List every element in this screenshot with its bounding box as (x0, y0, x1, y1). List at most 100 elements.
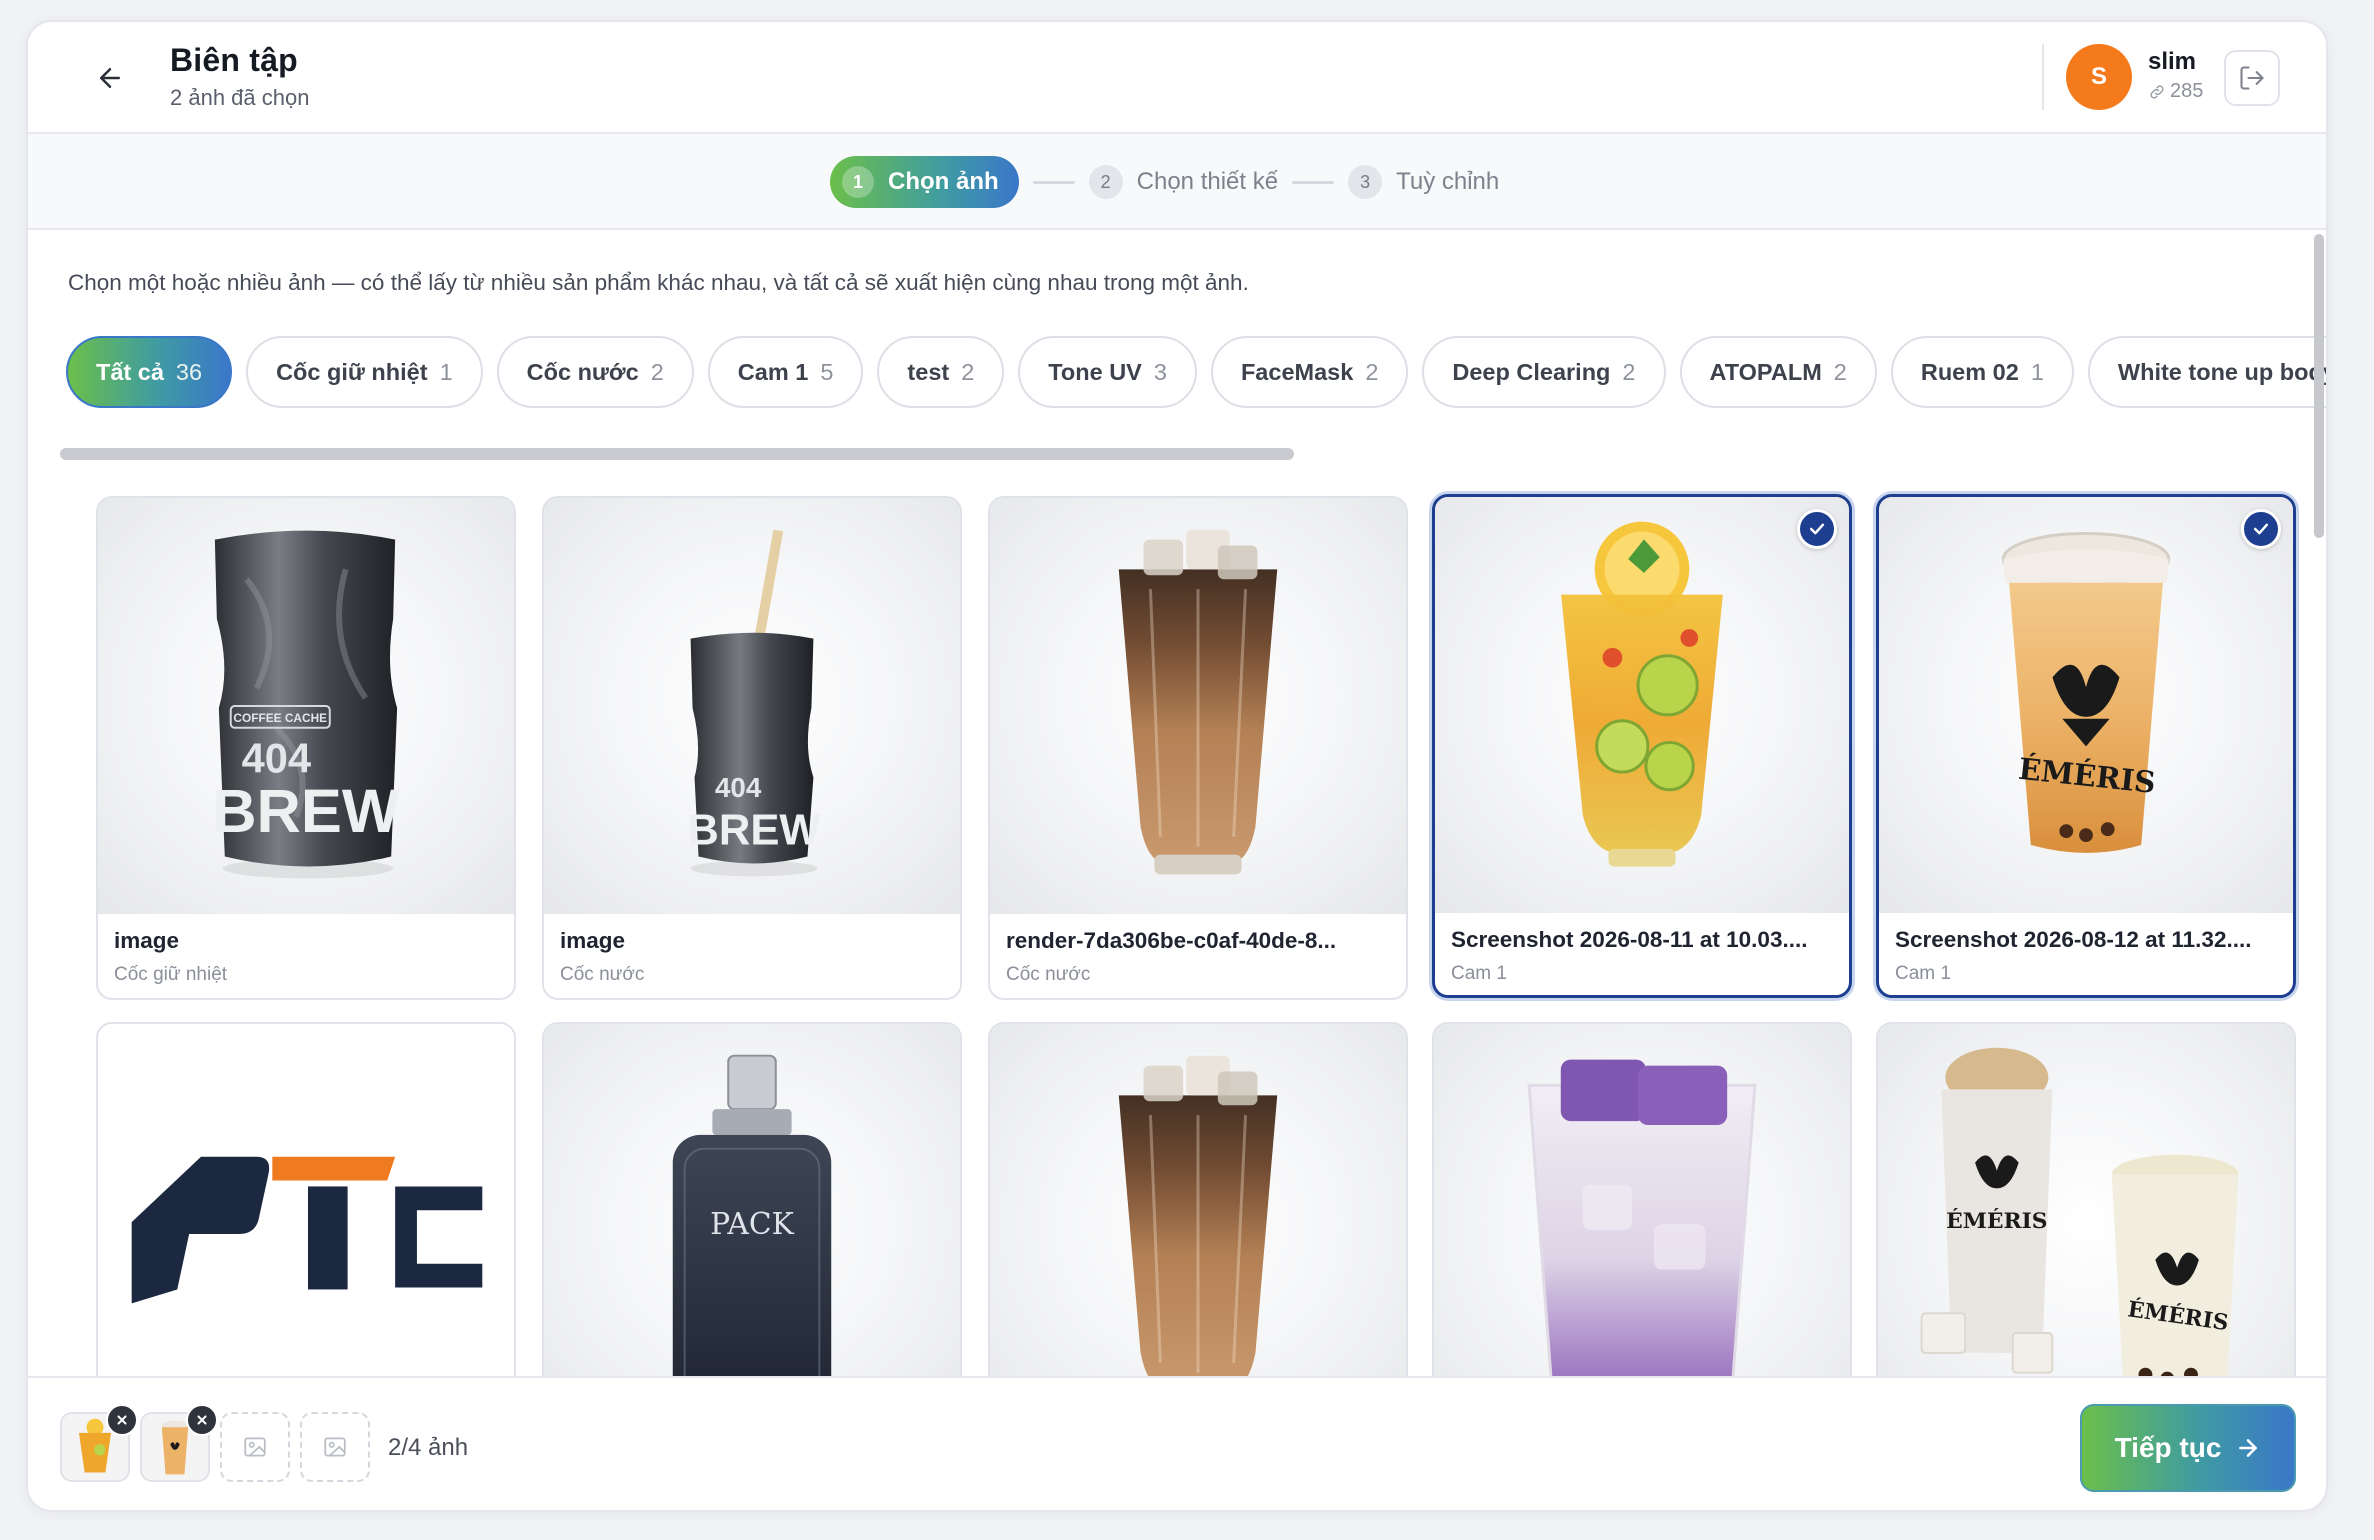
image-thumbnail: ÉMÉRIS (1879, 497, 2293, 913)
title-block: Biên tập 2 ảnh đã chọn (170, 42, 309, 111)
image-category: Cam 1 (1895, 963, 1951, 984)
image-category: Cốc giữ nhiệt (114, 964, 228, 985)
step-customize[interactable]: 3 Tuỳ chỉnh (1348, 165, 1499, 199)
filter-chip[interactable]: Ruem 02 1 (1890, 336, 2074, 408)
image-grid: COFFEE CACHE 404 BREW image Cốc giữ nhiệ… (68, 474, 2308, 1394)
step-number: 2 (1088, 165, 1123, 199)
image-thumbnail (1434, 1024, 1850, 1394)
milk-tea-duo-image: ÉMÉRIS ÉMÉRIS (1920, 1047, 2239, 1393)
image-placeholder-icon (244, 1437, 266, 1457)
filter-chip-all[interactable]: Tất cả 36 (66, 336, 233, 408)
step-label: Chọn thiết kế (1136, 168, 1279, 195)
remove-thumb-button[interactable] (106, 1404, 138, 1436)
step-label: Chọn ảnh (888, 168, 999, 195)
chip-label: Ruem 02 (1920, 358, 2019, 385)
selected-check-icon[interactable] (2241, 509, 2281, 549)
image-category: Cốc nước (560, 964, 645, 985)
filter-chip[interactable]: Deep Clearing 2 (1422, 336, 1666, 408)
image-placeholder-icon (324, 1437, 346, 1457)
stepper: 1 Chọn ảnh 2 Chọn thiết kế 3 Tuỳ chỉnh (830, 156, 1499, 208)
continue-button[interactable]: Tiếp tục (2080, 1404, 2296, 1492)
image-card-selected[interactable]: ÉMÉRIS Screenshot 2026-08-12 at 11.32...… (1876, 494, 2296, 998)
close-icon (197, 1415, 207, 1425)
chip-count: 5 (820, 358, 834, 385)
image-card[interactable]: render-7da306be-c0af-40de-8... Cốc nước (988, 496, 1408, 1000)
vertical-scrollbar[interactable] (2314, 234, 2324, 538)
step-select-design[interactable]: 2 Chọn thiết kế (1088, 165, 1279, 199)
image-thumbnail (990, 1024, 1406, 1394)
image-card-selected[interactable]: Screenshot 2026-08-11 at 10.03.... Cam 1 (1432, 494, 1852, 998)
chip-label: Cam 1 (737, 358, 809, 385)
filter-chip[interactable]: test 2 (877, 336, 1005, 408)
chip-label: FaceMask (1240, 358, 1354, 385)
image-title: image (114, 928, 180, 953)
image-card[interactable] (1432, 1022, 1852, 1394)
stepper-bar: 1 Chọn ảnh 2 Chọn thiết kế 3 Tuỳ chỉnh (28, 134, 2326, 230)
step-select-images[interactable]: 1 Chọn ảnh (830, 156, 1019, 208)
user-credits: 285 (2148, 80, 2203, 103)
page-title: Biên tập (170, 42, 298, 78)
svg-text:ÉMÉRIS: ÉMÉRIS (1946, 1207, 2047, 1234)
avatar[interactable]: S (2066, 44, 2132, 110)
page-subtitle: 2 ảnh đã chọn (170, 85, 310, 110)
horizontal-scrollbar[interactable] (60, 448, 1294, 460)
remove-thumb-button[interactable] (186, 1404, 218, 1436)
logout-button[interactable] (2224, 50, 2280, 106)
filter-chip[interactable]: FaceMask 2 (1210, 336, 1409, 408)
image-title: Screenshot 2026-08-11 at 10.03.... (1451, 927, 1808, 952)
filter-chip[interactable]: Cốc giữ nhiệt 1 (246, 336, 483, 408)
chip-count: 2 (650, 358, 664, 385)
filter-chip[interactable]: Cam 1 5 (707, 336, 864, 408)
header-divider (2042, 44, 2044, 110)
selected-check-icon[interactable] (1797, 509, 1837, 549)
selected-thumb[interactable] (60, 1404, 138, 1482)
image-card[interactable]: COFFEE CACHE 404 BREW image Cốc giữ nhiệ… (96, 496, 516, 1000)
filter-chip[interactable]: Tone UV 3 (1018, 336, 1197, 408)
perfume-label: PACK (710, 1207, 794, 1242)
chip-label: Deep Clearing (1452, 358, 1611, 385)
image-thumbnail: PACK (544, 1024, 960, 1394)
svg-text:404: 404 (715, 772, 762, 803)
filter-chip[interactable]: White tone up body (2087, 336, 2326, 408)
app-window: Biên tập 2 ảnh đã chọn S slim 285 1 Chọn… (26, 20, 2328, 1512)
tumbler-dark-image: COFFEE CACHE 404 BREW (212, 530, 400, 879)
step-connector (1292, 180, 1335, 184)
ptc-logo-image (131, 1156, 483, 1304)
image-card[interactable] (988, 1022, 1408, 1394)
filter-chips: Tất cả 36 Cốc giữ nhiệt 1 Cốc nước 2 Cam 1 5… (66, 334, 2326, 410)
chip-count: 2 (1622, 358, 1636, 385)
image-thumbnail: ÉMÉRIS ÉMÉRIS (1878, 1024, 2294, 1394)
chip-label: test (907, 358, 950, 385)
logout-icon (2240, 66, 2264, 90)
selection-count: 2/4 ảnh (388, 1434, 469, 1461)
image-thumbnail: COFFEE CACHE 404 BREW (98, 498, 514, 914)
image-thumbnail (990, 498, 1406, 914)
back-button[interactable] (90, 58, 130, 98)
image-thumbnail (98, 1024, 514, 1394)
image-card[interactable]: 404 BREW image Cốc nước (542, 496, 962, 1000)
svg-text:BREW: BREW (687, 807, 821, 855)
step-number: 3 (1348, 165, 1383, 199)
chip-count: 36 (175, 358, 203, 385)
step-connector (1032, 180, 1075, 184)
image-card[interactable]: ÉMÉRIS ÉMÉRIS (1876, 1022, 2296, 1394)
image-title: image (560, 928, 626, 953)
chip-count: 1 (2030, 358, 2044, 385)
chip-count: 1 (439, 358, 453, 385)
svg-text:404: 404 (242, 734, 311, 781)
selected-thumb[interactable] (140, 1404, 218, 1482)
chip-count: 2 (961, 358, 975, 385)
filter-chip[interactable]: ATOPALM 2 (1679, 336, 1877, 408)
image-thumbnail (1435, 497, 1849, 913)
filter-chip[interactable]: Cốc nước 2 (496, 336, 694, 408)
chip-label: Cốc giữ nhiệt (276, 358, 428, 385)
user-block: slim 285 (2148, 48, 2203, 103)
instruction-text: Chọn một hoặc nhiều ảnh — có thể lấy từ … (68, 270, 1249, 295)
empty-thumb-slot (300, 1412, 370, 1482)
image-card[interactable] (96, 1022, 516, 1394)
credits-value: 285 (2170, 80, 2204, 102)
arrow-right-icon (2239, 1439, 2258, 1457)
image-thumbnail: 404 BREW (544, 498, 960, 914)
image-card[interactable]: PACK (542, 1022, 962, 1394)
image-category: Cam 1 (1451, 963, 1507, 984)
